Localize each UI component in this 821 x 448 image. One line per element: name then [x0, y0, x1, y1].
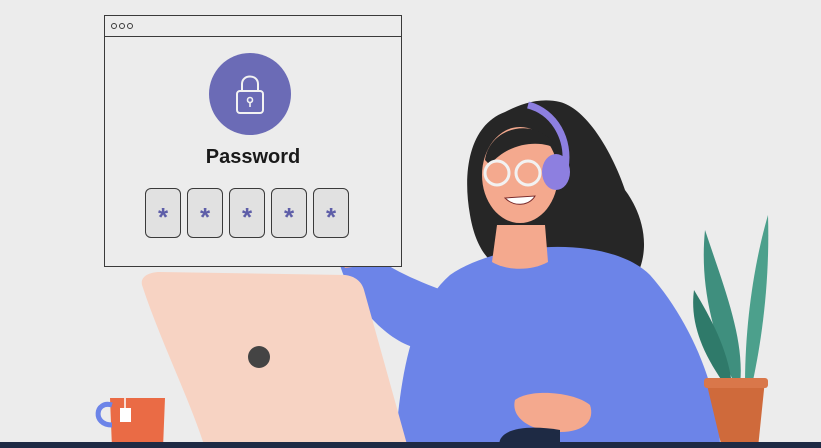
laptop-logo [248, 346, 270, 368]
pin-input-group: * * * * * [145, 188, 349, 238]
lock-badge [209, 53, 291, 135]
headset-earcup [542, 154, 570, 190]
pin-box[interactable]: * [271, 188, 307, 238]
window-dot-icon [111, 23, 117, 29]
mug [110, 398, 165, 448]
window-dot-icon [119, 23, 125, 29]
desk-edge [0, 442, 821, 448]
illustration-scene: Password * * * * * [0, 0, 821, 448]
tea-tag [120, 408, 131, 422]
pin-box[interactable]: * [313, 188, 349, 238]
window-titlebar [105, 16, 401, 37]
password-window: Password * * * * * [104, 15, 402, 267]
pin-box[interactable]: * [187, 188, 223, 238]
window-dot-icon [127, 23, 133, 29]
padlock-icon [236, 75, 264, 114]
pin-box[interactable]: * [145, 188, 181, 238]
password-title: Password [205, 146, 301, 168]
pin-box[interactable]: * [229, 188, 265, 238]
